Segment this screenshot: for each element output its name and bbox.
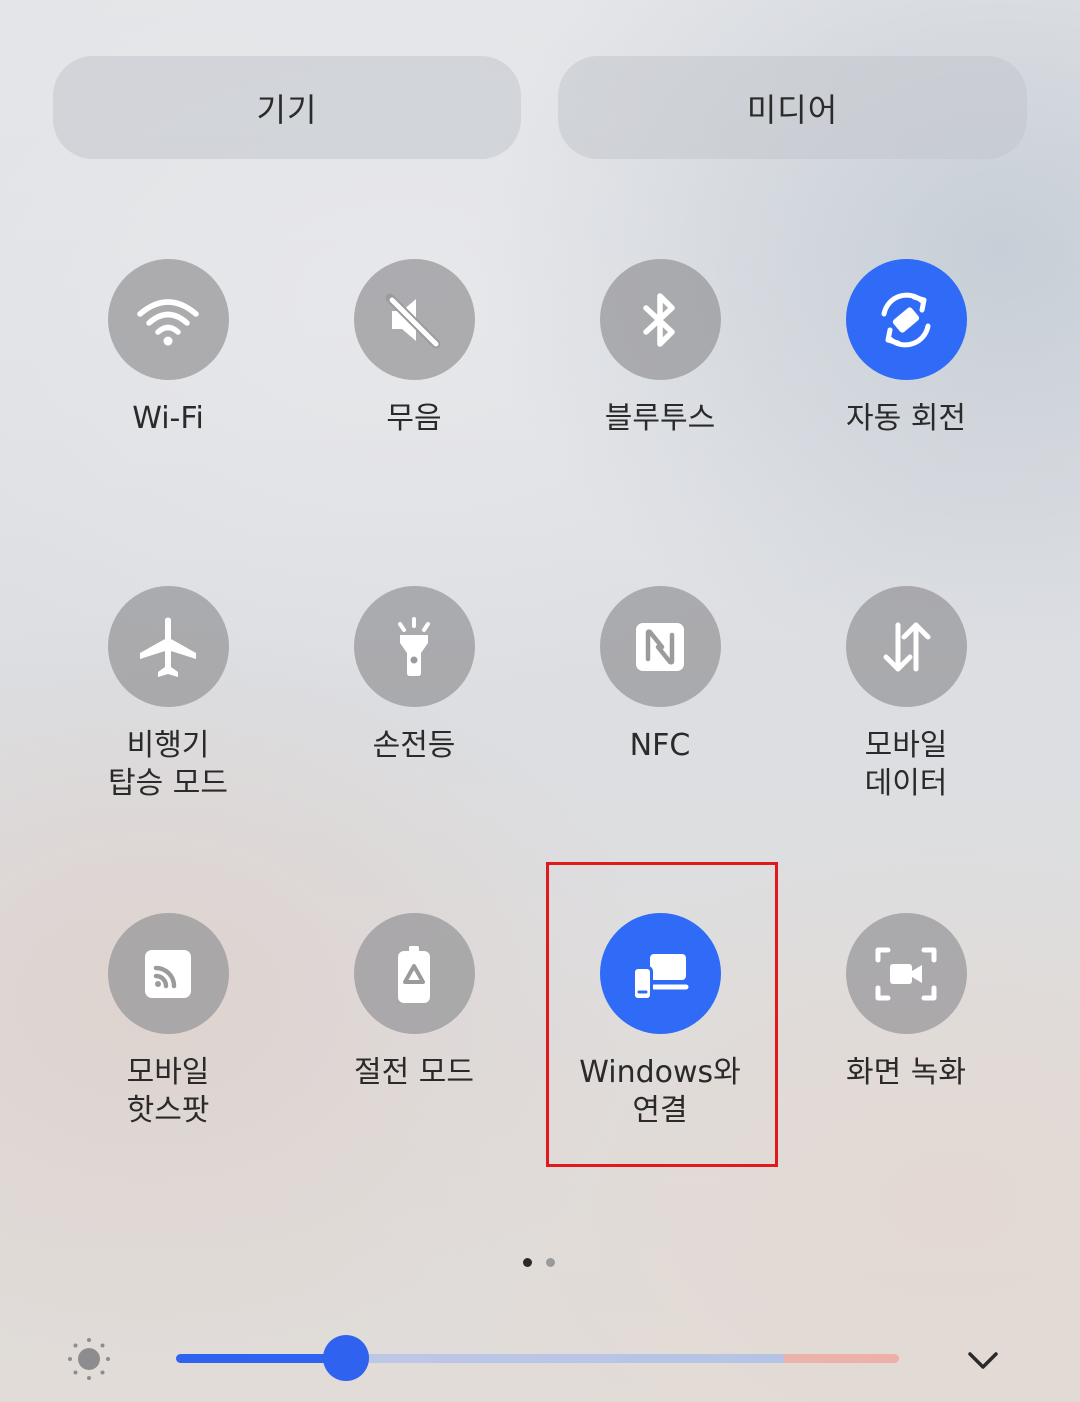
page-dot-2[interactable] [546,1258,555,1267]
mobile-data-icon [883,622,931,671]
tile-mobile-data[interactable]: 모바일 데이터 [783,586,1029,803]
flashlight-toggle[interactable] [353,586,475,707]
page-indicator [523,1258,555,1267]
media-button[interactable]: 미디어 [558,56,1027,159]
airplane-icon [140,617,196,677]
tile-label: 절전 모드 [354,1055,474,1090]
tile-power-saving[interactable]: 절전 모드 [291,913,537,1092]
tile-flashlight[interactable]: 손전등 [291,586,537,765]
tile-label: 모바일 데이터 [864,728,948,801]
tile-label: 손전등 [372,728,456,763]
devices-button[interactable]: 기기 [53,56,521,159]
tile-screen-recorder[interactable]: 화면 녹화 [783,913,1029,1092]
tile-label: 자동 회전 [846,401,966,436]
highlight-box [546,862,778,1167]
auto-rotate-toggle[interactable] [845,259,967,380]
nfc-toggle[interactable] [599,586,721,707]
mobile-data-toggle[interactable] [845,586,967,707]
tile-nfc[interactable]: NFC [537,586,783,765]
tile-airplane-mode[interactable]: 비행기 탑승 모드 [45,586,291,803]
chevron-down-icon[interactable] [962,1340,1004,1380]
brightness-icon [68,1338,110,1380]
tile-label: Wi-Fi [132,401,204,436]
page-dot-1[interactable] [523,1258,532,1267]
tile-wifi[interactable]: Wi-Fi [45,259,291,438]
airplane-mode-toggle[interactable] [107,586,229,707]
auto-rotate-icon [881,292,931,347]
nfc-icon [636,622,684,671]
power-saving-toggle[interactable] [353,913,475,1034]
wifi-toggle[interactable] [107,259,229,380]
mute-icon [385,293,441,348]
tile-label: NFC [629,728,691,763]
bluetooth-toggle[interactable] [599,259,721,380]
mute-toggle[interactable] [353,259,475,380]
tile-auto-rotate[interactable]: 자동 회전 [783,259,1029,438]
brightness-slider[interactable] [176,1335,899,1381]
tile-label: 비행기 탑승 모드 [108,728,228,801]
tile-label: 모바일 핫스팟 [126,1055,210,1128]
tile-mute[interactable]: 무음 [291,259,537,438]
brightness-slider-thumb[interactable] [322,1335,369,1381]
bluetooth-icon [643,292,675,347]
tile-mobile-hotspot[interactable]: 모바일 핫스팟 [45,913,291,1130]
tile-label: 블루투스 [604,401,716,436]
tile-bluetooth[interactable]: 블루투스 [537,259,783,438]
screen-recorder-toggle[interactable] [845,913,967,1034]
wifi-icon [137,298,199,345]
flashlight-icon [398,616,430,676]
hotspot-icon [145,949,191,998]
screen-record-icon [875,947,937,1000]
brightness-slider-fill [176,1354,346,1363]
power-saving-icon [398,945,430,1003]
mobile-hotspot-toggle[interactable] [107,913,229,1034]
tile-label: 화면 녹화 [846,1055,966,1090]
tile-label: 무음 [386,401,442,436]
